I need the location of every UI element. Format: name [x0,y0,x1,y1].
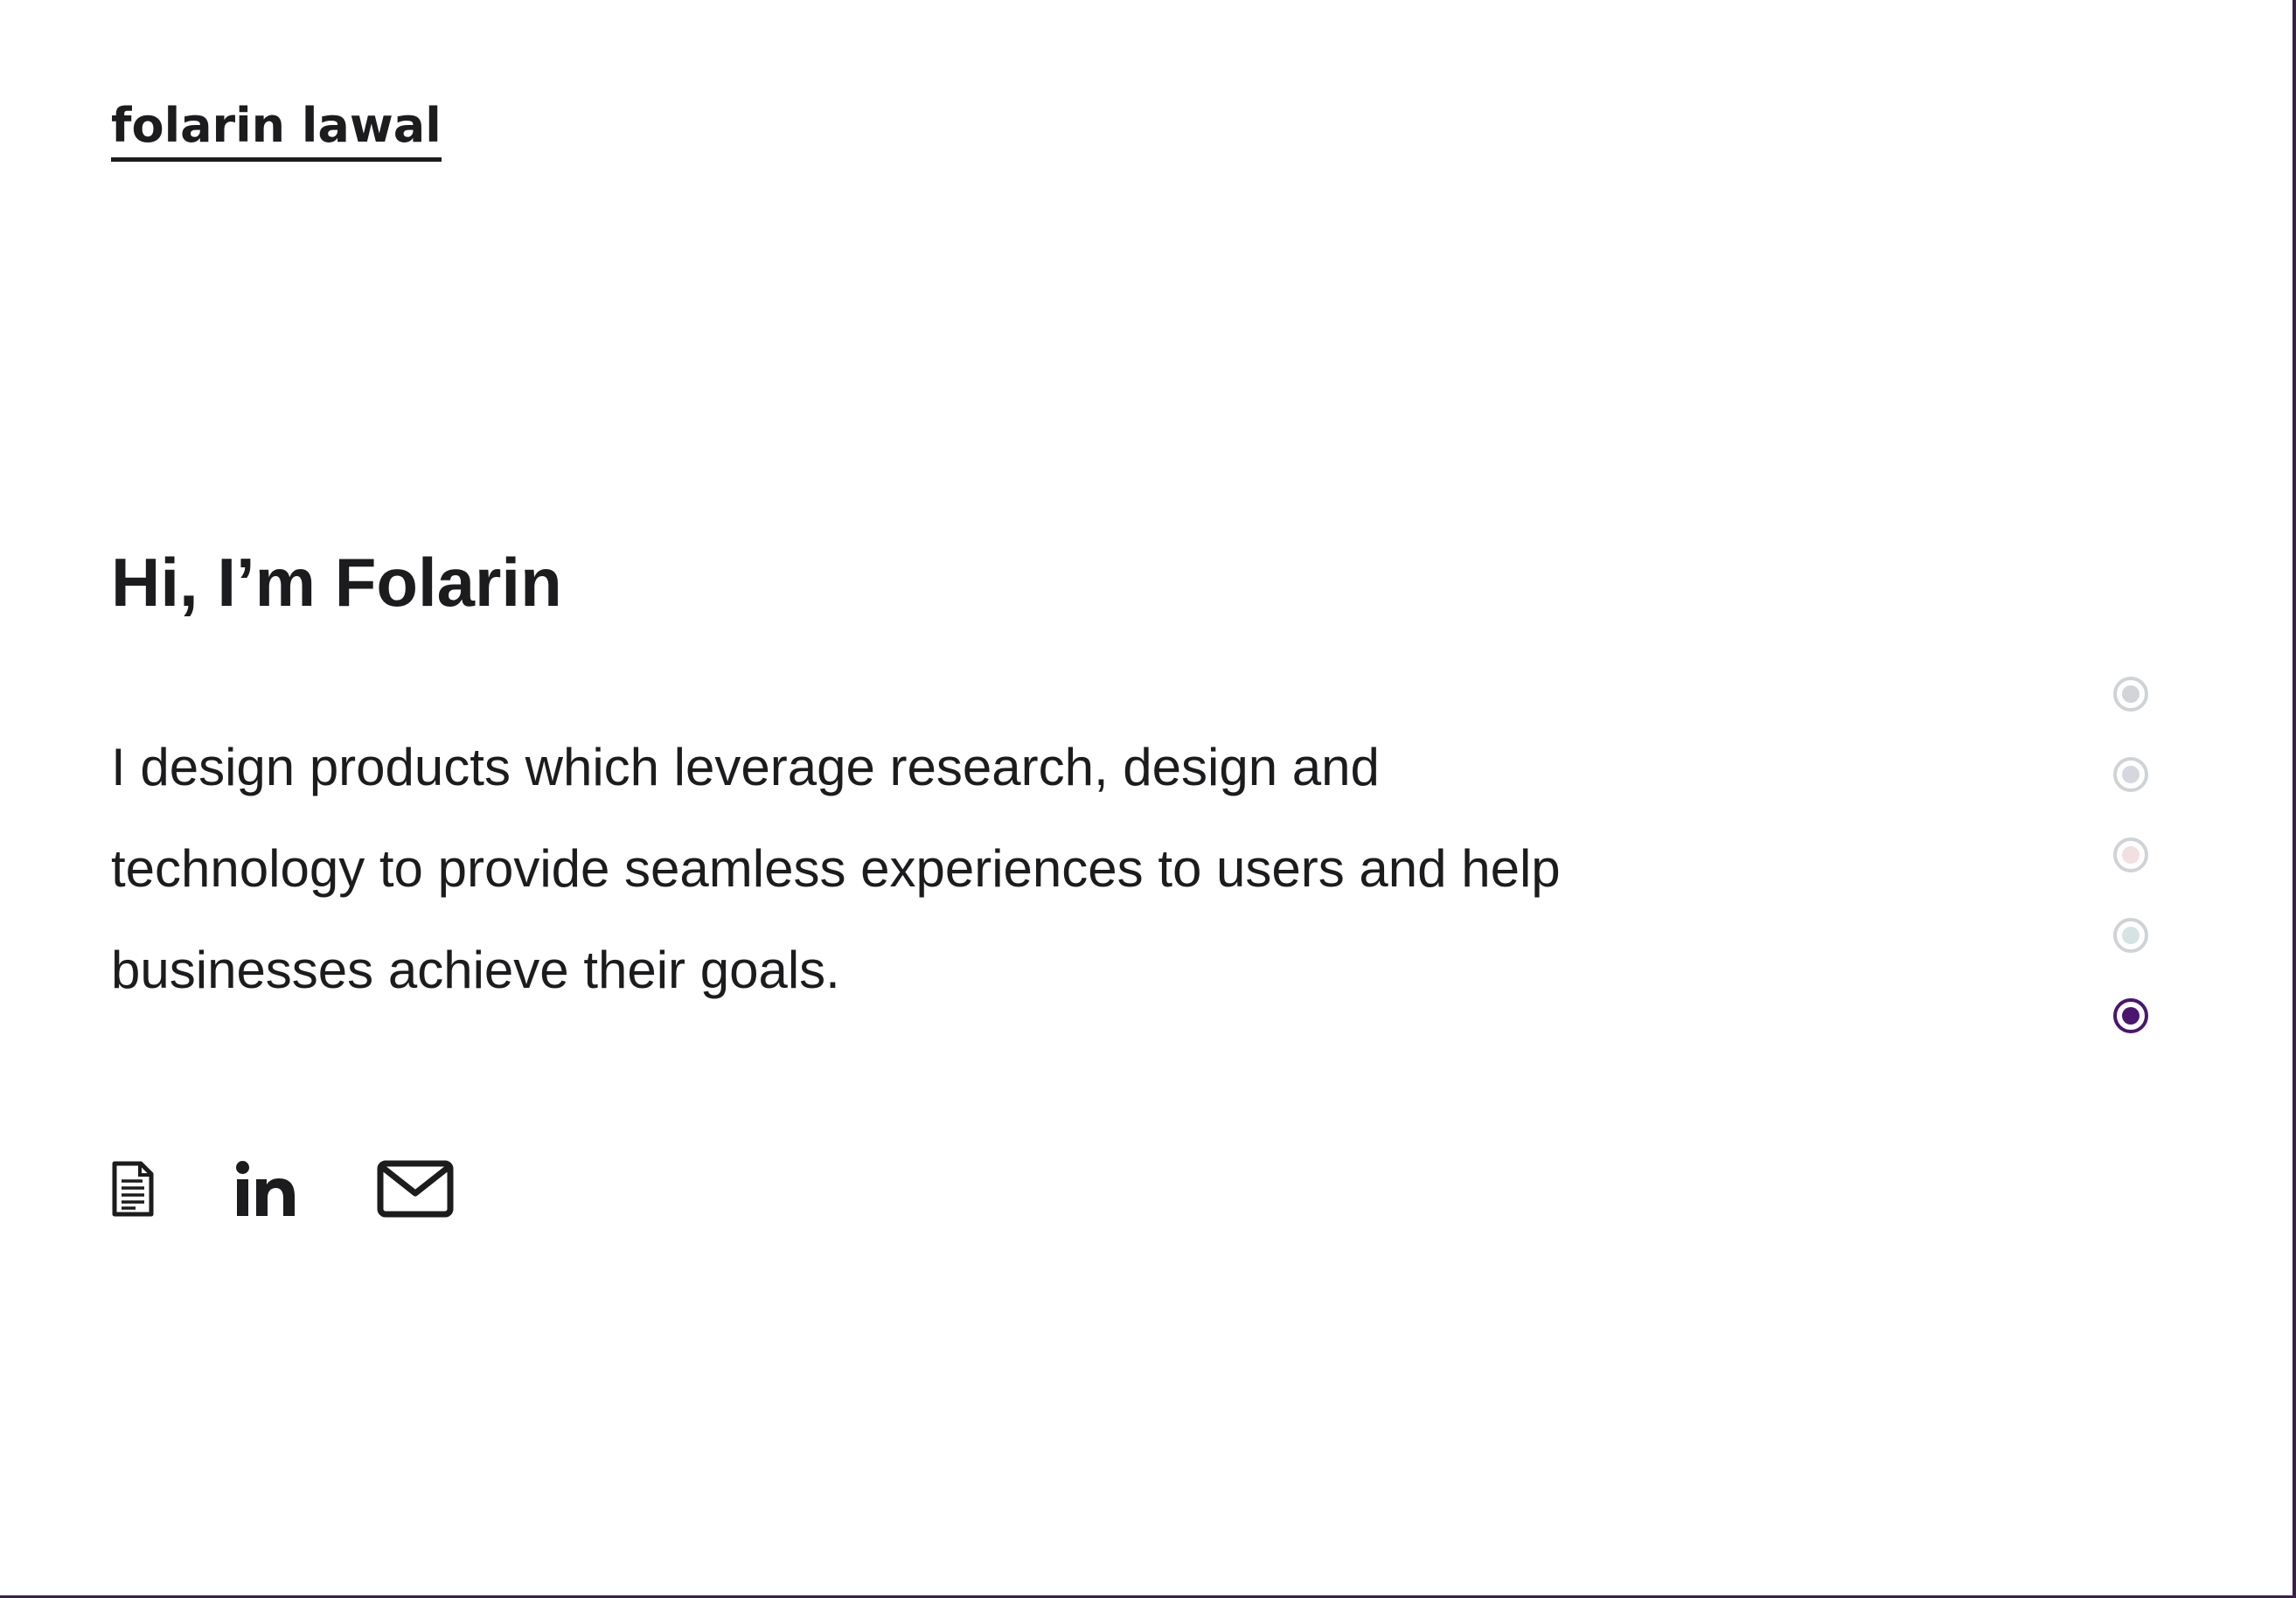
section-nav-dot[interactable] [2113,677,2148,712]
section-nav-dot[interactable] [2113,837,2148,872]
window-edge-right [2293,0,2296,1598]
hero-intro-text: I design products which leverage researc… [111,738,1561,999]
linkedin-link[interactable] [235,1160,296,1218]
site-logo-link[interactable]: folarin lawal [111,98,442,162]
linkedin-icon [235,1160,296,1218]
email-link[interactable] [377,1160,454,1218]
social-links [111,1159,534,1219]
hero-heading: Hi, I’m Folarin [111,544,562,621]
section-nav-dot-active[interactable] [2113,998,2148,1033]
section-nav-dot[interactable] [2113,757,2148,792]
document-icon [111,1160,155,1218]
resume-link[interactable] [111,1160,155,1218]
section-nav-dot[interactable] [2113,918,2148,953]
mail-icon [377,1160,454,1218]
